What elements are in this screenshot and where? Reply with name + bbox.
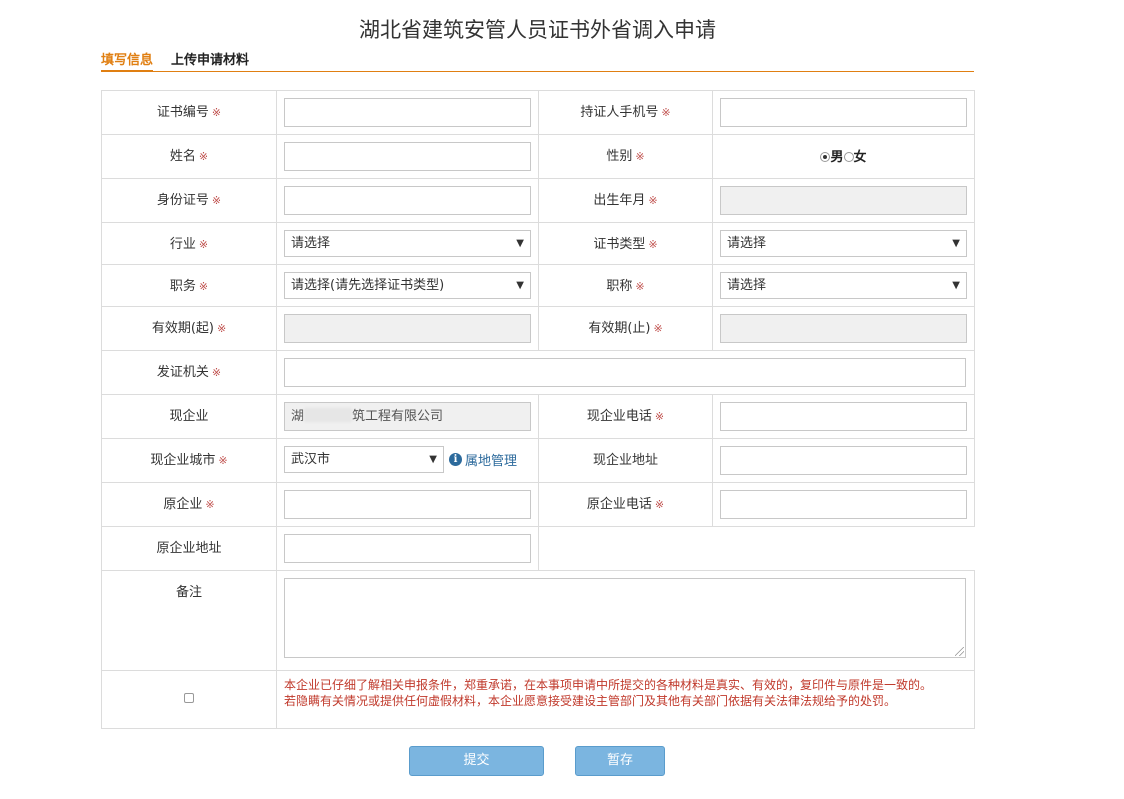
- cert-no-label: 证书编号 ※: [101, 90, 277, 135]
- valid-from-label: 有效期(起) ※: [101, 306, 277, 351]
- prev-address-label: 原企业地址: [101, 526, 277, 571]
- cur-address-input[interactable]: [720, 446, 967, 475]
- gender-female-label: 女: [853, 150, 867, 165]
- gender-male-label: 男: [830, 150, 844, 165]
- prev-company-input[interactable]: [284, 490, 531, 519]
- prev-phone-input[interactable]: [720, 490, 967, 519]
- valid-from-input: [284, 314, 531, 343]
- gender-female-radio[interactable]: [843, 152, 854, 162]
- cur-city-select[interactable]: 武汉市 ▼: [284, 446, 444, 473]
- redacted-mask: [304, 408, 353, 422]
- position-select[interactable]: 请选择(请先选择证书类型) ▼: [284, 272, 531, 299]
- application-form: 证书编号 ※ 持证人手机号 ※ 姓名 ※ 性别 ※ 男女 身份证号 ※ 出生年月 ※ 行业 ※…: [101, 90, 975, 729]
- territory-management-link[interactable]: 属地管理: [465, 450, 517, 469]
- remark-textarea[interactable]: [284, 578, 966, 658]
- position-label: 职务 ※: [101, 264, 277, 307]
- chevron-down-icon: ▼: [516, 280, 524, 291]
- cur-phone-input[interactable]: [720, 402, 967, 431]
- page-title: 湖北省建筑安管人员证书外省调入申请: [359, 18, 716, 42]
- id-label: 身份证号 ※: [101, 178, 277, 223]
- cur-city-label: 现企业城市 ※: [101, 438, 277, 483]
- id-input[interactable]: [284, 186, 531, 215]
- chevron-down-icon: ▼: [952, 238, 960, 249]
- chevron-down-icon: ▼: [952, 280, 960, 291]
- phone-input[interactable]: [720, 98, 967, 127]
- tab-upload-materials[interactable]: 上传申请材料: [171, 52, 249, 70]
- birth-input: [720, 186, 967, 215]
- valid-to-input: [720, 314, 967, 343]
- chevron-down-icon: ▼: [429, 454, 437, 465]
- prev-company-label: 原企业 ※: [101, 482, 277, 527]
- submit-button[interactable]: 提交: [409, 746, 544, 776]
- prev-phone-label: 原企业电话 ※: [538, 482, 713, 527]
- tab-bar: 填写信息 上传申请材料: [101, 52, 974, 72]
- gender-radio-group: 男女: [720, 144, 967, 165]
- cert-no-input[interactable]: [284, 98, 531, 127]
- cert-type-select[interactable]: 请选择 ▼: [720, 230, 967, 257]
- cur-company-input: 湖筑工程有限公司: [284, 402, 531, 431]
- cert-type-label: 证书类型 ※: [538, 222, 713, 265]
- tab-fill-info[interactable]: 填写信息: [101, 52, 154, 72]
- phone-label: 持证人手机号 ※: [538, 90, 713, 135]
- commitment-checkbox[interactable]: [184, 693, 194, 703]
- name-input[interactable]: [284, 142, 531, 171]
- cur-company-label: 现企业: [101, 394, 277, 439]
- cur-address-label: 现企业地址: [538, 438, 713, 483]
- title-label: 职称 ※: [538, 264, 713, 307]
- gender-label: 性别 ※: [538, 134, 713, 179]
- chevron-down-icon: ▼: [516, 238, 524, 249]
- commitment-text: 本企业已仔细了解相关申报条件，郑重承诺，在本事项申请中所提交的各种材料是真实、有…: [276, 670, 975, 729]
- remark-label: 备注: [101, 570, 277, 671]
- prev-address-input[interactable]: [284, 534, 531, 563]
- industry-label: 行业 ※: [101, 222, 277, 265]
- issuer-input[interactable]: [284, 358, 966, 387]
- industry-select[interactable]: 请选择 ▼: [284, 230, 531, 257]
- title-select[interactable]: 请选择 ▼: [720, 272, 967, 299]
- gender-male-radio[interactable]: [820, 152, 831, 162]
- info-icon: i: [449, 453, 462, 466]
- save-draft-button[interactable]: 暂存: [575, 746, 665, 776]
- issuer-label: 发证机关 ※: [101, 350, 277, 395]
- required-mark: ※: [211, 106, 222, 119]
- name-label: 姓名 ※: [101, 134, 277, 179]
- cur-phone-label: 现企业电话 ※: [538, 394, 713, 439]
- resize-grip-icon[interactable]: [955, 647, 964, 656]
- birth-label: 出生年月 ※: [538, 178, 713, 223]
- valid-to-label: 有效期(止) ※: [538, 306, 713, 351]
